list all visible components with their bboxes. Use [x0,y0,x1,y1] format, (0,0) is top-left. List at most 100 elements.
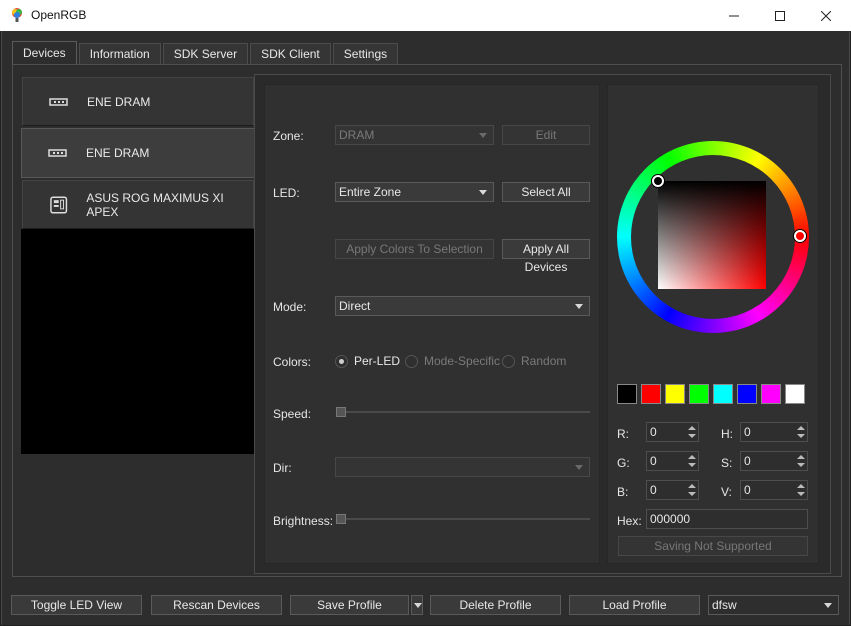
chevron-down-icon [414,603,422,608]
tab-bar: Devices Information SDK Server SDK Clien… [12,41,400,65]
green-spinbox[interactable]: 0 [646,451,699,471]
delete-profile-button[interactable]: Delete Profile [430,595,561,615]
device-label: ENE DRAM [86,146,150,160]
spin-up-icon[interactable] [797,426,805,430]
zone-select-value: DRAM [339,128,375,142]
save-profile-menu-button[interactable] [411,595,423,615]
sv-marker[interactable] [652,175,664,187]
device-led-view [21,229,257,454]
green-value: 0 [650,454,657,468]
hue-marker[interactable] [794,230,806,242]
spin-up-icon[interactable] [797,484,805,488]
title-bar: OpenRGB [0,0,851,31]
swatch-blue[interactable] [737,384,757,404]
swatch-yellow[interactable] [665,384,685,404]
device-label: ENE DRAM [87,94,151,109]
mode-select[interactable]: Direct [335,296,590,316]
value-spinbox[interactable]: 0 [740,480,808,500]
red-value: 0 [650,425,657,439]
spin-up-icon[interactable] [688,484,696,488]
device-label: ASUS ROG MAXIMUS XI APEX [86,190,224,219]
close-icon [821,10,831,21]
tab-information[interactable]: Information [78,43,161,64]
profile-select[interactable]: dfsw [708,595,839,615]
radio-dot [335,354,348,368]
chevron-down-icon [575,465,583,470]
blue-label: B: [617,485,629,499]
zone-label: Zone: [273,129,304,143]
red-spinbox[interactable]: 0 [646,422,699,442]
device-item-ene-dram-2[interactable]: ENE DRAM [21,128,255,178]
slider-groove [336,411,590,413]
swatch-magenta[interactable] [761,384,781,404]
spin-down-icon[interactable] [688,463,696,467]
spin-up-icon[interactable] [688,426,696,430]
led-select[interactable]: Entire Zone [335,182,494,202]
minimize-button[interactable] [711,0,757,31]
spin-down-icon[interactable] [688,492,696,496]
apply-all-devices-button[interactable]: Apply All Devices [502,239,590,274]
save-profile-button[interactable]: Save Profile [290,595,409,615]
blue-value: 0 [650,483,657,497]
radio-random[interactable]: Random [502,354,566,368]
spin-down-icon[interactable] [797,463,805,467]
spin-up-icon[interactable] [688,455,696,459]
tab-sdk-client[interactable]: SDK Client [250,43,331,64]
apply-colors-to-selection-button[interactable]: Apply Colors To Selection [335,239,494,259]
hue-spinbox[interactable]: 0 [740,422,808,442]
swatch-black[interactable] [617,384,637,404]
swatch-cyan[interactable] [713,384,733,404]
ram-icon [48,149,67,157]
led-select-value: Entire Zone [339,185,402,199]
radio-per-led-label: Per-LED [354,354,401,368]
maximize-button[interactable] [757,0,803,31]
chevron-down-icon [575,304,583,309]
swatch-red[interactable] [641,384,661,404]
load-profile-button[interactable]: Load Profile [569,595,700,615]
saturation-spinbox[interactable]: 0 [740,451,808,471]
radio-per-led[interactable]: Per-LED [335,354,400,368]
select-all-button[interactable]: Select All [502,182,590,202]
zone-select[interactable]: DRAM [335,125,494,145]
profile-select-value: dfsw [712,598,737,612]
hue-value: 0 [744,425,751,439]
device-item-ene-dram-1[interactable]: ENE DRAM [22,77,254,126]
slider-handle[interactable] [336,407,346,417]
edit-zone-button[interactable]: Edit [502,125,590,145]
radio-random-label: Random [521,354,567,368]
spin-down-icon[interactable] [797,434,805,438]
hex-label: Hex: [617,514,642,528]
device-item-asus-rog-maximus[interactable]: ASUS ROG MAXIMUS XI APEX [22,180,254,229]
rescan-devices-button[interactable]: Rescan Devices [151,595,282,615]
spin-down-icon[interactable] [797,492,805,496]
speed-label: Speed: [273,407,312,421]
blue-spinbox[interactable]: 0 [646,480,699,500]
spin-up-icon[interactable] [797,455,805,459]
mode-select-value: Direct [339,299,371,313]
tab-settings[interactable]: Settings [332,43,399,64]
radio-dot [405,354,418,368]
spin-down-icon[interactable] [688,434,696,438]
slider-groove [336,518,590,520]
radio-mode-specific[interactable]: Mode-Specific [405,354,500,368]
tab-sdk-server[interactable]: SDK Server [162,43,249,64]
saturation-value: 0 [744,454,751,468]
swatch-green[interactable] [689,384,709,404]
value-label: V: [721,485,732,499]
mode-label: Mode: [273,300,307,314]
saturation-value-square[interactable] [658,181,766,289]
direction-label: Dir: [273,461,292,475]
saving-not-supported-button[interactable]: Saving Not Supported [618,536,808,556]
tab-devices[interactable]: Devices [12,41,77,65]
slider-handle[interactable] [336,514,346,524]
close-button[interactable] [803,0,849,31]
chevron-down-icon [824,603,832,608]
speed-slider[interactable] [336,407,590,417]
direction-select[interactable] [335,457,590,477]
chevron-down-icon [479,133,487,138]
brightness-slider[interactable] [336,514,590,524]
hex-input[interactable]: 000000 [646,509,808,529]
green-label: G: [617,456,630,470]
swatch-white[interactable] [785,384,805,404]
toggle-led-view-button[interactable]: Toggle LED View [11,595,142,615]
